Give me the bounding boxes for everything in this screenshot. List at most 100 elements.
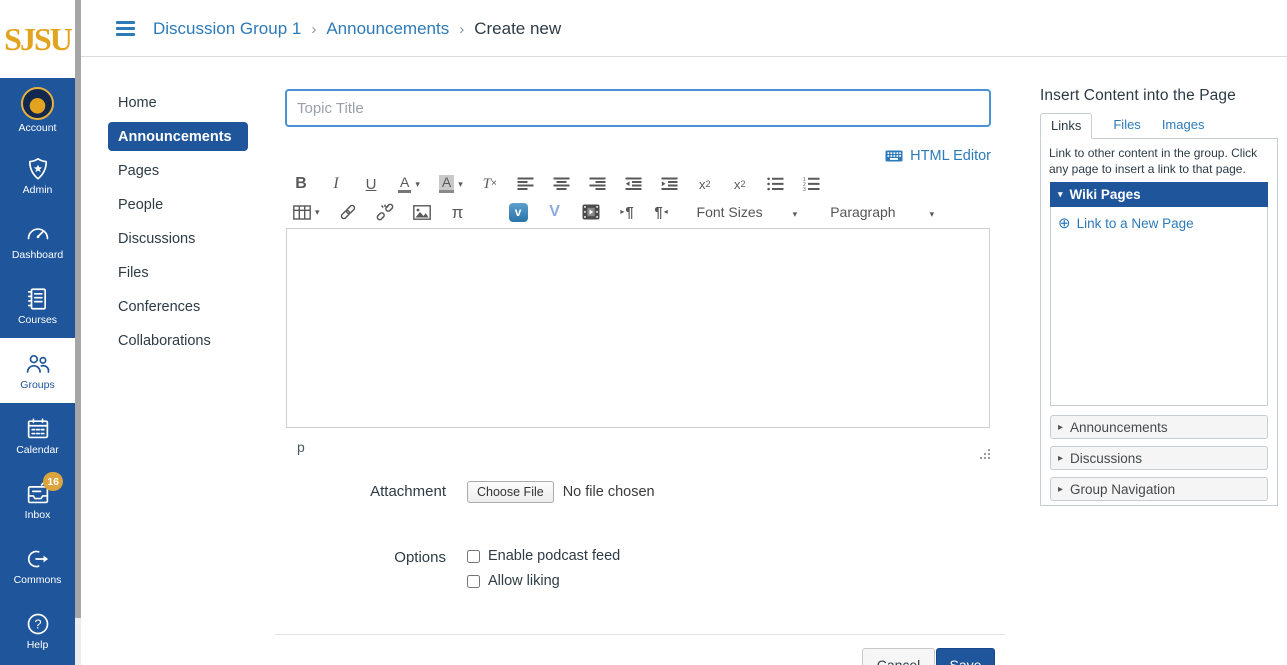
announcements-accordion-label: Announcements xyxy=(1070,420,1168,435)
align-center-button[interactable] xyxy=(552,172,571,196)
sidebar-item-commons[interactable]: Commons xyxy=(0,533,75,598)
choose-file-button[interactable]: Choose File xyxy=(467,481,554,503)
align-center-icon xyxy=(553,177,570,191)
page-header: Discussion Group 1 Announcements Create … xyxy=(81,0,1287,57)
sidebar-item-inbox[interactable]: 16 Inbox xyxy=(0,468,75,533)
sidebar-item-account[interactable]: Account xyxy=(0,78,75,143)
numbered-list-icon: 123 xyxy=(803,177,820,191)
sidebar-item-home[interactable]: Home xyxy=(118,86,248,120)
sidebar-item-announcements[interactable]: Announcements xyxy=(108,122,248,151)
embed-image-button[interactable] xyxy=(412,200,432,224)
film-icon xyxy=(582,204,600,220)
text-color-button[interactable]: A xyxy=(397,172,421,196)
bullet-list-button[interactable] xyxy=(766,172,785,196)
html-editor-label: HTML Editor xyxy=(910,148,991,164)
chevron-down-icon xyxy=(926,205,935,220)
html-editor-toggle[interactable]: HTML Editor xyxy=(885,148,991,164)
bold-button[interactable]: B xyxy=(292,172,310,196)
group-navigation-accordion[interactable]: Group Navigation xyxy=(1050,477,1268,501)
svg-text:3: 3 xyxy=(803,187,806,191)
ltr-direction-button[interactable]: ▸¶ xyxy=(618,200,636,224)
font-sizes-dropdown[interactable]: Font Sizes xyxy=(696,200,799,224)
subscript-button[interactable]: x2 xyxy=(731,172,749,196)
links-description: Link to other content in the group. Clic… xyxy=(1049,146,1269,177)
sidebar-item-dashboard[interactable]: Dashboard xyxy=(0,208,75,273)
announcements-accordion[interactable]: Announcements xyxy=(1050,415,1268,439)
sidebar-item-calendar[interactable]: Calendar xyxy=(0,403,75,468)
cancel-button[interactable]: Cancel xyxy=(862,648,935,665)
numbered-list-button[interactable]: 123 xyxy=(802,172,821,196)
paragraph-format-dropdown[interactable]: Paragraph xyxy=(829,200,935,224)
page-scrollbar[interactable] xyxy=(75,0,81,665)
bullet-list-icon xyxy=(767,177,784,191)
sidebar-item-pages[interactable]: Pages xyxy=(118,154,248,188)
link-new-page-button[interactable]: Link to a New Page xyxy=(1058,214,1267,232)
sidebar-item-discussions[interactable]: Discussions xyxy=(118,222,248,256)
sidebar-item-label: Admin xyxy=(23,185,53,196)
clear-formatting-button[interactable]: T× xyxy=(481,172,499,196)
editor-path-status: p xyxy=(297,439,305,455)
enable-podcast-label: Enable podcast feed xyxy=(488,548,620,564)
unlink-icon xyxy=(376,203,394,221)
sidebar-item-conferences[interactable]: Conferences xyxy=(118,290,248,324)
editor-resize-handle[interactable] xyxy=(978,448,991,461)
group-navigation-accordion-label: Group Navigation xyxy=(1070,482,1175,497)
superscript-button[interactable]: x2 xyxy=(696,172,714,196)
remove-link-button[interactable] xyxy=(375,200,395,224)
wiki-pages-accordion-header[interactable]: Wiki Pages xyxy=(1050,182,1268,207)
sidebar-item-files[interactable]: Files xyxy=(118,256,248,290)
media-record-button[interactable] xyxy=(581,200,601,224)
toolbar-row-2: π v V ▸¶ ¶◂ Font Sizes Paragraph xyxy=(292,198,998,226)
save-button[interactable]: Save xyxy=(936,648,995,665)
breadcrumb-announcements-link[interactable]: Announcements xyxy=(326,19,474,39)
avatar-icon xyxy=(21,87,54,120)
people-icon xyxy=(25,351,51,377)
gauge-icon xyxy=(25,221,51,247)
sidebar-item-collaborations[interactable]: Collaborations xyxy=(118,324,248,358)
align-left-button[interactable] xyxy=(516,172,535,196)
tab-images[interactable]: Images xyxy=(1162,117,1205,138)
link-new-page-label: Link to a New Page xyxy=(1077,216,1194,231)
rce-content-area[interactable] xyxy=(286,228,990,428)
insert-equation-button[interactable]: π xyxy=(449,200,467,224)
allow-liking-checkbox[interactable] xyxy=(467,575,480,588)
tab-files[interactable]: Files xyxy=(1113,117,1140,138)
create-announcement-form: HTML Editor B I U A A T× x2 xyxy=(275,75,1005,665)
rtl-direction-button[interactable]: ¶◂ xyxy=(653,200,671,224)
indent-button[interactable] xyxy=(660,172,679,196)
hamburger-menu-icon[interactable] xyxy=(116,21,135,39)
tab-links[interactable]: Links xyxy=(1040,113,1092,139)
sidebar-item-admin[interactable]: Admin xyxy=(0,143,75,208)
underline-button[interactable]: U xyxy=(362,172,380,196)
allow-liking-label: Allow liking xyxy=(488,573,560,589)
pilcrow-rtl-icon: ¶ xyxy=(654,205,662,220)
attachment-control: Choose File No file chosen xyxy=(467,481,655,503)
global-navigation: SJSU Account Admin Dashboard Courses xyxy=(0,0,75,665)
enable-podcast-option: Enable podcast feed xyxy=(467,548,620,564)
sidebar-item-people[interactable]: People xyxy=(118,188,248,222)
sjsu-logo[interactable]: SJSU xyxy=(0,0,75,78)
align-right-button[interactable] xyxy=(588,172,607,196)
sidebar-item-courses[interactable]: Courses xyxy=(0,273,75,338)
inbox-unread-badge: 16 xyxy=(43,472,63,491)
video-v-icon: V xyxy=(549,204,560,220)
vimeo-embed-button[interactable]: v xyxy=(508,200,529,224)
video-embed-button[interactable]: V xyxy=(546,200,564,224)
enable-podcast-checkbox[interactable] xyxy=(467,550,480,563)
table-button[interactable] xyxy=(292,200,321,224)
italic-button[interactable]: I xyxy=(327,172,345,196)
group-navigation-menu: Home Announcements Pages People Discussi… xyxy=(118,86,248,358)
background-color-button[interactable]: A xyxy=(438,172,464,196)
sidebar-item-groups[interactable]: Groups xyxy=(0,338,75,403)
outdent-button[interactable] xyxy=(624,172,643,196)
scrollbar-thumb[interactable] xyxy=(75,0,81,618)
insert-link-button[interactable] xyxy=(338,200,358,224)
outdent-icon xyxy=(625,177,642,191)
shield-star-icon xyxy=(25,156,51,182)
sidebar-item-help[interactable]: ? Help xyxy=(0,598,75,663)
breadcrumb-group-link[interactable]: Discussion Group 1 xyxy=(153,19,326,39)
align-left-icon xyxy=(517,177,534,191)
topic-title-input[interactable] xyxy=(285,89,991,127)
table-icon xyxy=(293,205,311,220)
discussions-accordion[interactable]: Discussions xyxy=(1050,446,1268,470)
